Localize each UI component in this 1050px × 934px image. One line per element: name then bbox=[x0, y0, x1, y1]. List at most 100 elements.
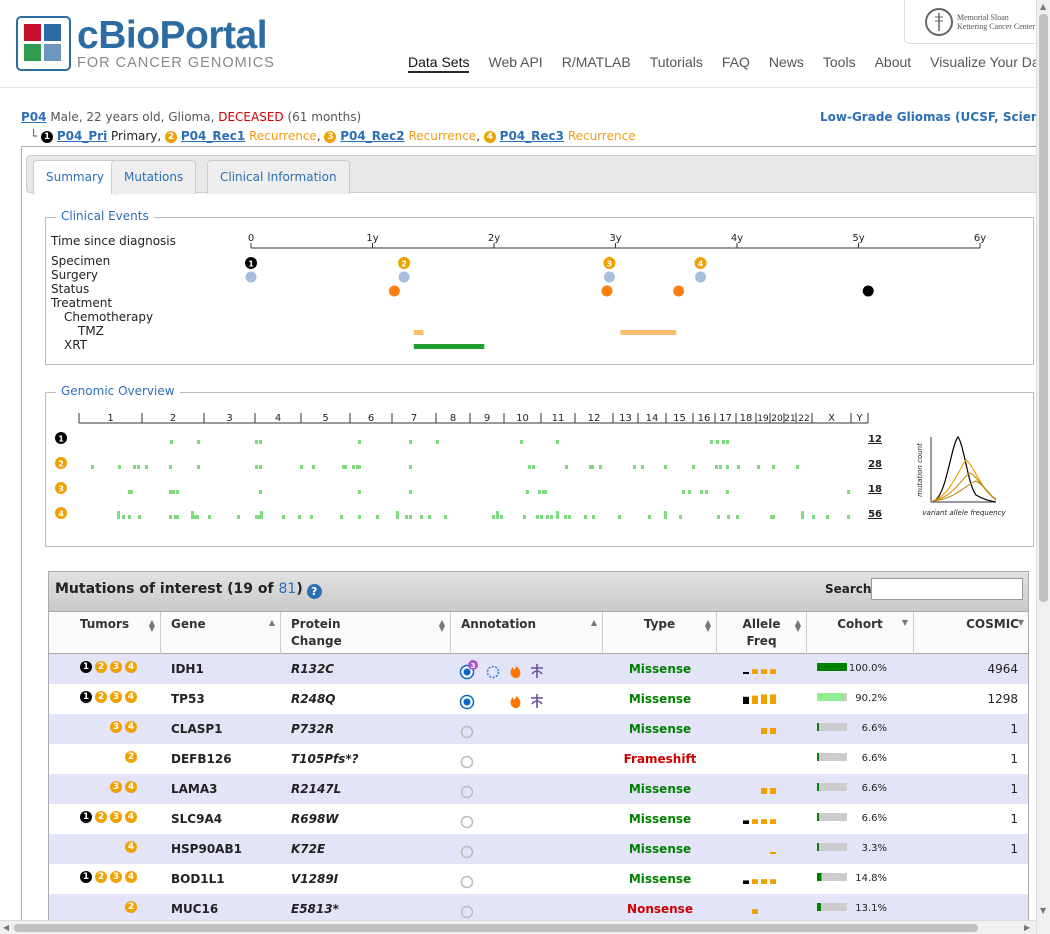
mutation-tick[interactable] bbox=[169, 490, 172, 494]
tab-clinical-information[interactable]: Clinical Information bbox=[207, 160, 350, 194]
mutation-tick[interactable] bbox=[726, 440, 729, 444]
sort-icon[interactable]: ▼ bbox=[902, 619, 908, 627]
mutation-tick[interactable] bbox=[172, 490, 175, 494]
gene-name[interactable]: SLC9A4 bbox=[171, 804, 222, 834]
mutation-tick[interactable] bbox=[664, 511, 667, 519]
mutation-tick[interactable] bbox=[679, 515, 682, 519]
column-header-gene[interactable]: Gene ▲ bbox=[161, 612, 281, 654]
mutation-tick[interactable] bbox=[826, 515, 829, 519]
scroll-up-icon[interactable]: ▲ bbox=[1040, 2, 1046, 11]
protein-change[interactable]: T105Pfs*? bbox=[291, 744, 359, 774]
mutation-tick[interactable] bbox=[197, 465, 200, 469]
mutation-tick[interactable] bbox=[564, 515, 567, 519]
protein-change[interactable]: K72E bbox=[291, 834, 325, 864]
allele-freq-bar-1[interactable] bbox=[743, 880, 749, 884]
cohort-frequency[interactable]: 6.6% bbox=[815, 774, 915, 804]
vertical-scroll-thumb[interactable] bbox=[1039, 14, 1048, 602]
table-row[interactable]: 2 DEFB126 T105Pfs*? Frameshift 6.6% 1 bbox=[49, 744, 1028, 774]
mutation-tick[interactable] bbox=[358, 490, 361, 494]
horizontal-scroll-thumb[interactable] bbox=[14, 924, 978, 932]
mutation-tick[interactable] bbox=[340, 515, 343, 519]
mutation-tick[interactable] bbox=[170, 440, 173, 444]
annotation-icons[interactable] bbox=[457, 804, 567, 834]
mutation-type[interactable]: Missense bbox=[603, 684, 717, 714]
mutation-tick[interactable] bbox=[255, 440, 258, 444]
cohort-frequency[interactable]: 3.3% bbox=[815, 834, 915, 864]
mycancergenome-icon[interactable] bbox=[531, 664, 543, 678]
annotation-icons[interactable] bbox=[457, 714, 567, 744]
sample-link-P04_Pri[interactable]: P04_Pri bbox=[57, 129, 107, 143]
mutation-tick[interactable] bbox=[847, 490, 850, 494]
tumor-badge-3[interactable]: 3 bbox=[110, 781, 122, 793]
tumor-badge-4[interactable]: 4 bbox=[125, 841, 137, 853]
table-row[interactable]: 3 4 CLASP1 P732R Missense 6.6% 1 bbox=[49, 714, 1028, 744]
mutation-type[interactable]: Frameshift bbox=[603, 744, 717, 774]
mutation-tick[interactable] bbox=[169, 515, 172, 519]
mutation-tick[interactable] bbox=[282, 515, 285, 519]
cohort-frequency[interactable]: 90.2% bbox=[815, 684, 915, 714]
tumor-badge-1[interactable]: 1 bbox=[80, 661, 92, 673]
gene-name[interactable]: CLASP1 bbox=[171, 714, 223, 744]
mutation-count-1[interactable]: 12 bbox=[868, 434, 882, 445]
allele-freq-bar-4[interactable] bbox=[770, 852, 776, 854]
column-header-cohort[interactable]: Cohort ▼ bbox=[807, 612, 914, 654]
mutation-tick[interactable] bbox=[137, 465, 140, 469]
mutation-tick[interactable] bbox=[259, 490, 262, 494]
xrt-bar[interactable] bbox=[413, 344, 485, 349]
surgery-marker[interactable] bbox=[695, 271, 707, 283]
mutation-tick[interactable] bbox=[352, 465, 355, 469]
mutation-tick[interactable] bbox=[757, 465, 760, 469]
nav-item-faq[interactable]: FAQ bbox=[722, 54, 750, 73]
mutation-tick[interactable] bbox=[145, 465, 148, 469]
table-row[interactable]: 4 HSP90AB1 K72E Missense 3.3% 1 bbox=[49, 834, 1028, 864]
mutation-tick[interactable] bbox=[772, 465, 775, 469]
tumor-badge-4[interactable]: 4 bbox=[125, 721, 137, 733]
status-marker[interactable] bbox=[673, 285, 685, 297]
nav-item-tutorials[interactable]: Tutorials bbox=[650, 54, 703, 73]
tumor-badge-3[interactable]: 3 bbox=[110, 871, 122, 883]
mutation-tick[interactable] bbox=[237, 515, 240, 519]
gene-name[interactable]: HSP90AB1 bbox=[171, 834, 242, 864]
mutation-type[interactable]: Missense bbox=[603, 864, 717, 894]
scroll-down-icon[interactable]: ▼ bbox=[1040, 906, 1046, 915]
sample-link-P04_Rec3[interactable]: P04_Rec3 bbox=[500, 129, 564, 143]
cohort-frequency[interactable]: 6.6% bbox=[815, 804, 915, 834]
sort-icon[interactable]: ▲ ▼ bbox=[439, 619, 445, 633]
nav-item-visualize-your-data[interactable]: Visualize Your Data bbox=[930, 54, 1050, 73]
vertical-scrollbar[interactable]: ▲ ▼ bbox=[1036, 0, 1050, 934]
allele-freq-bar-3[interactable] bbox=[761, 694, 767, 704]
mutation-count-3[interactable]: 18 bbox=[868, 484, 882, 495]
mutation-tick[interactable] bbox=[523, 515, 526, 519]
mutation-count-4[interactable]: 56 bbox=[868, 509, 882, 520]
mutation-tick[interactable] bbox=[500, 515, 503, 519]
mycancergenome-icon[interactable] bbox=[531, 694, 543, 708]
mutations-total-link[interactable]: 81 bbox=[279, 581, 297, 597]
tumor-badge-2[interactable]: 2 bbox=[125, 751, 137, 763]
gene-name[interactable]: LAMA3 bbox=[171, 774, 218, 804]
mutation-tick[interactable] bbox=[705, 490, 708, 494]
mutation-tick[interactable] bbox=[255, 515, 258, 519]
scroll-left-icon[interactable]: ◀ bbox=[3, 923, 9, 932]
protein-change[interactable]: R698W bbox=[291, 804, 339, 834]
mutation-tick[interactable] bbox=[568, 515, 571, 519]
mutation-tick[interactable] bbox=[700, 490, 703, 494]
tumor-badge-3[interactable]: 3 bbox=[110, 811, 122, 823]
mutation-tick[interactable] bbox=[310, 515, 313, 519]
column-header-protein-change[interactable]: Protein Change ▲ ▼ bbox=[281, 612, 451, 654]
mutation-tick[interactable] bbox=[255, 465, 258, 469]
surgery-marker[interactable] bbox=[603, 271, 615, 283]
annotation-icons[interactable] bbox=[457, 684, 567, 714]
nav-item-about[interactable]: About bbox=[875, 54, 912, 73]
surgery-marker[interactable] bbox=[245, 271, 257, 283]
mutation-tick[interactable] bbox=[688, 490, 691, 494]
cosmic-count[interactable]: 4964 bbox=[919, 654, 1018, 684]
help-icon[interactable]: ? bbox=[306, 584, 322, 599]
allele-freq-bar-1[interactable] bbox=[743, 696, 749, 704]
allele-freq-bar-2[interactable] bbox=[752, 695, 758, 704]
mutation-tick[interactable] bbox=[169, 465, 172, 469]
status-marker[interactable] bbox=[388, 285, 400, 297]
mutation-tick[interactable] bbox=[122, 515, 125, 519]
nav-item-data-sets[interactable]: Data Sets bbox=[408, 54, 470, 73]
cohort-frequency[interactable]: 6.6% bbox=[815, 744, 915, 774]
mutation-tick[interactable] bbox=[358, 440, 361, 444]
